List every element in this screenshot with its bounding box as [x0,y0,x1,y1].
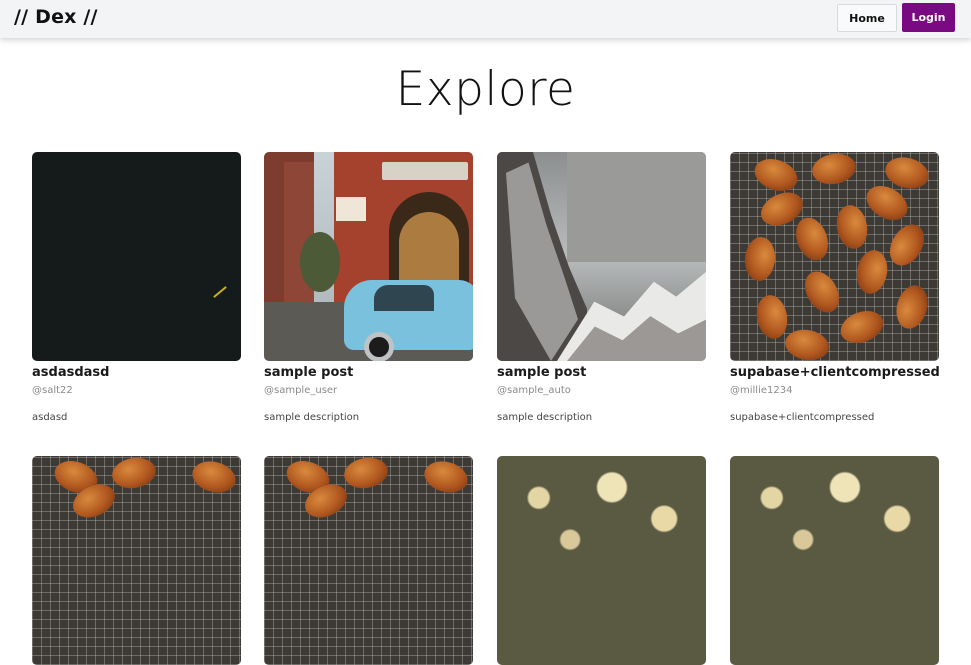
top-navbar: // Dex // Home Login [0,0,971,38]
post-username[interactable]: @sample_user [264,385,337,396]
home-button[interactable]: Home [837,4,897,32]
post-image[interactable] [264,456,473,665]
post-image[interactable] [730,456,939,665]
post-image[interactable] [497,152,706,361]
post-title[interactable]: supabase+clientcompressed [730,365,950,380]
post-title[interactable]: asdasdasd [32,365,252,380]
post-description: sample description [497,412,593,423]
post-username[interactable]: @sample_auto [497,385,571,396]
post-description: supabase+clientcompressed [730,412,875,423]
post-title[interactable]: sample post [264,365,484,380]
page-title: Explore [395,62,576,117]
post-username[interactable]: @millie1234 [730,385,792,396]
post-image[interactable] [264,152,473,361]
login-button[interactable]: Login [902,3,955,32]
post-description: asdasd [32,412,68,423]
post-username[interactable]: @salt22 [32,385,73,396]
brand-logo[interactable]: // Dex // [14,6,98,28]
image-detail [213,286,227,298]
post-image[interactable] [32,152,241,361]
post-image[interactable] [32,456,241,665]
post-title[interactable]: sample post [497,365,717,380]
post-description: sample description [264,412,360,423]
post-image[interactable] [730,152,939,361]
post-image[interactable] [497,456,706,665]
